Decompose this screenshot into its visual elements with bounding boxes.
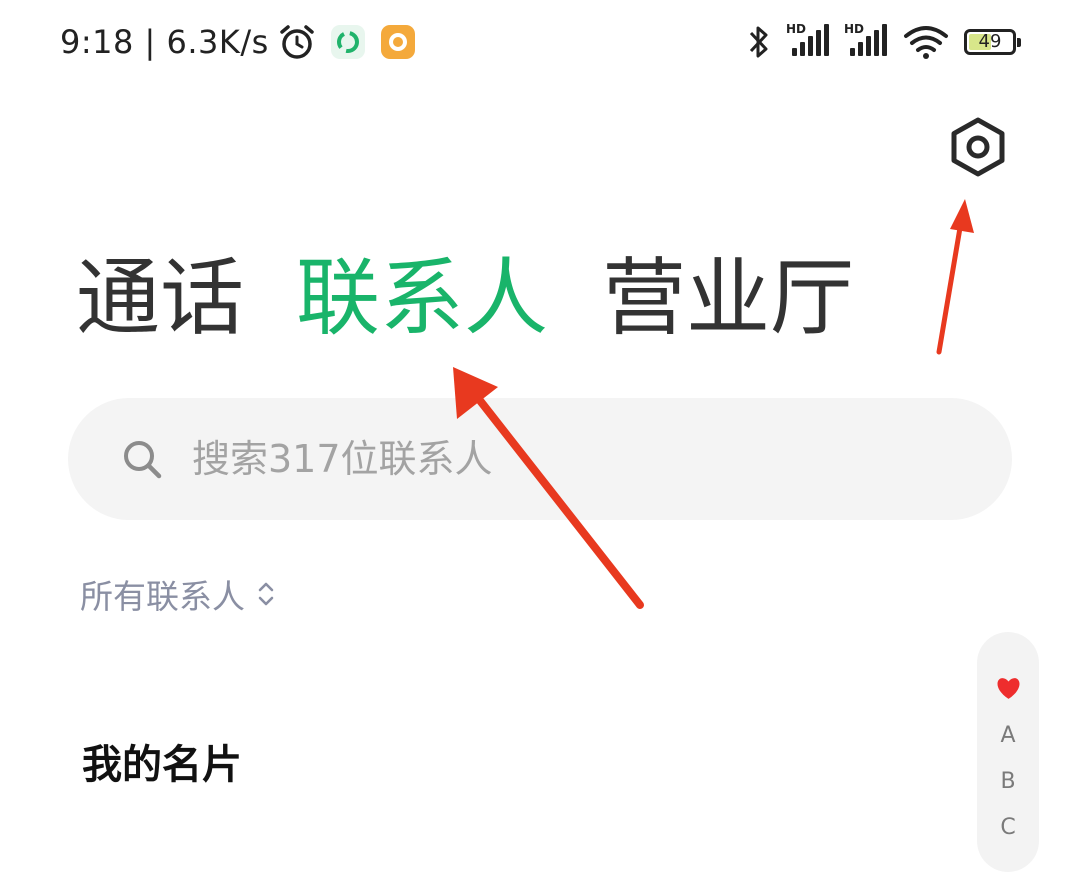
- chevron-up-down-icon: [258, 582, 274, 606]
- settings-hexagon-icon: [951, 117, 1005, 177]
- signal-icon: HD: [786, 22, 830, 60]
- contact-filter-dropdown[interactable]: 所有联系人: [80, 570, 275, 618]
- tab-bar: 通话 联系人 营业厅: [76, 246, 854, 350]
- status-left: 9:18 | 6.3K/s: [60, 20, 415, 64]
- hd-label: HD: [844, 22, 865, 36]
- tab-calls[interactable]: 通话: [76, 246, 244, 350]
- tab-service-hall[interactable]: 营业厅: [602, 246, 854, 350]
- tab-contacts[interactable]: 联系人: [296, 246, 548, 350]
- alarm-icon: [280, 25, 314, 59]
- favorites-heart-icon[interactable]: [995, 676, 1022, 700]
- battery-icon: 49: [964, 29, 1021, 55]
- index-letter-b[interactable]: B: [977, 769, 1039, 794]
- status-bar: 9:18 | 6.3K/s HD HD 49: [0, 0, 1080, 86]
- orange-app-icon: [380, 25, 415, 59]
- search-input[interactable]: [190, 436, 894, 482]
- status-right: HD HD 49: [732, 20, 1021, 64]
- bluetooth-icon: [749, 26, 768, 58]
- hd-label: HD: [786, 22, 807, 36]
- battery-level: 49: [978, 31, 1002, 52]
- index-letter-c[interactable]: C: [977, 815, 1039, 840]
- arrow-to-settings: [936, 199, 974, 355]
- signal-icon: HD: [844, 22, 888, 60]
- index-letter-a[interactable]: A: [977, 723, 1039, 748]
- wifi-icon: [904, 26, 948, 59]
- filter-label: 所有联系人: [80, 577, 245, 616]
- green-app-icon: [330, 25, 365, 59]
- my-card-heading[interactable]: 我的名片: [82, 732, 242, 790]
- search-icon: [124, 441, 162, 479]
- alphabet-index-bar[interactable]: A B C: [977, 632, 1039, 872]
- search-bar[interactable]: [68, 398, 1012, 520]
- settings-button[interactable]: [946, 114, 1010, 180]
- status-time: 9:18 | 6.3K/s: [60, 23, 269, 61]
